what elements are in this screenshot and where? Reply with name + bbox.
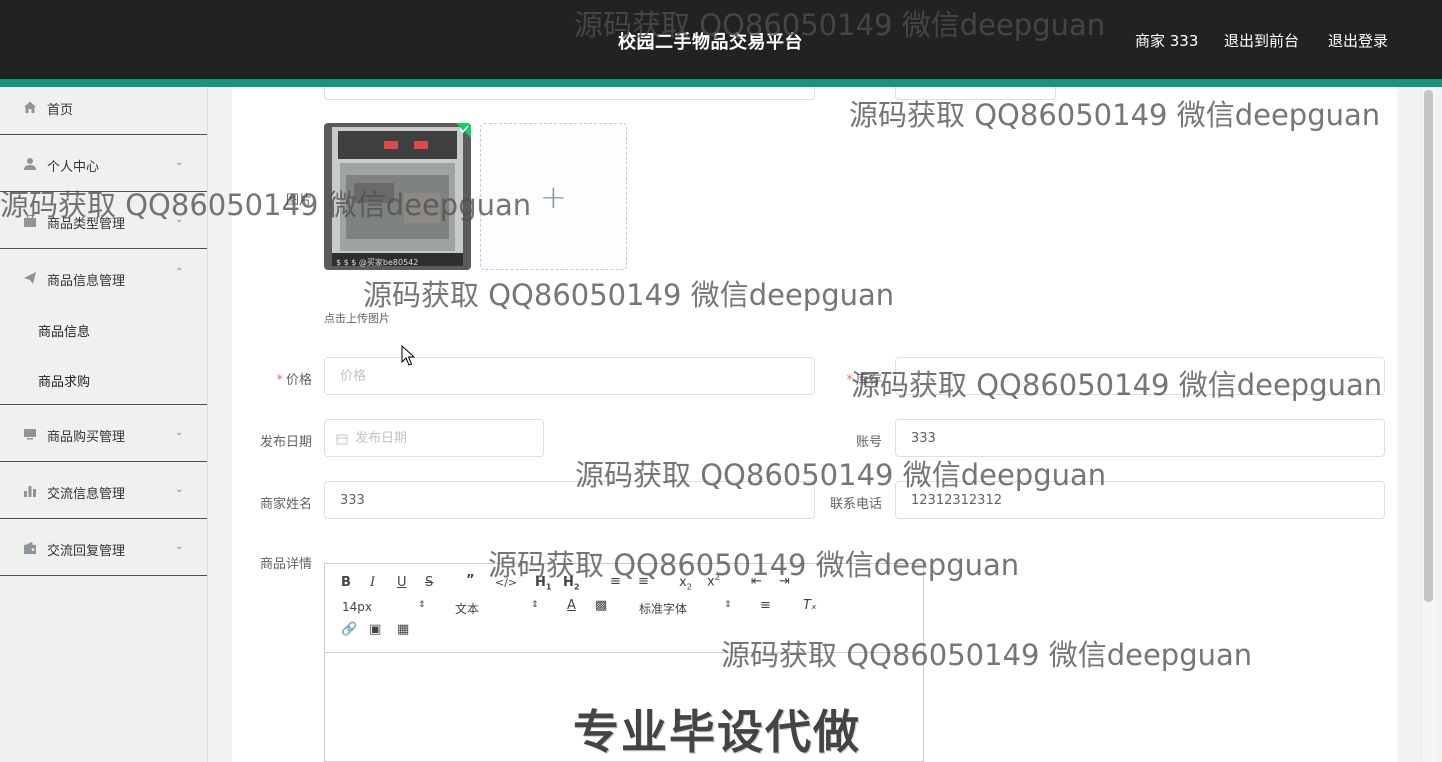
- header-accent-line-overlay: [0, 79, 1442, 87]
- detail-label: 商品详情: [259, 557, 312, 572]
- align-icon[interactable]: ≡: [760, 598, 771, 613]
- blockquote-icon[interactable]: ”: [466, 573, 475, 588]
- chevron-down-icon: ⌄: [175, 157, 184, 168]
- date-picker[interactable]: 发布日期: [324, 419, 544, 457]
- user-icon: [24, 158, 36, 170]
- sidebar-subitem-product-info[interactable]: 商品信息: [38, 321, 90, 340]
- chevron-updown-icon: ⇕: [418, 600, 426, 610]
- chevron-up-icon: ⌃: [175, 267, 184, 278]
- bar-chart-icon: [24, 486, 36, 497]
- sidebar-item-label: 交流信息管理: [47, 487, 126, 502]
- sidebar-item-label: 首页: [47, 103, 74, 118]
- background-color-icon[interactable]: ▩: [595, 598, 607, 613]
- chevron-updown-icon: ⇕: [531, 600, 539, 610]
- sidebar-item-exchange-info[interactable]: 交流信息管理 ⌄: [0, 462, 207, 519]
- strike-icon[interactable]: S: [425, 575, 433, 590]
- chevron-down-icon: ⌄: [175, 427, 184, 438]
- sidebar-item-label: 交流回复管理: [47, 544, 126, 559]
- user-account-link-overlay[interactable]: 商家 333: [1135, 30, 1198, 51]
- watermark: 源码获取 QQ86050149 微信deepguan: [721, 638, 1253, 672]
- watermark: 源码获取 QQ86050149 微信deepguan: [488, 548, 1020, 582]
- exit-to-frontend-link-overlay[interactable]: 退出到前台: [1224, 30, 1299, 51]
- sidebar-subitem-product-request[interactable]: 商品求购: [38, 371, 90, 390]
- link-icon[interactable]: 🔗: [341, 622, 357, 637]
- logout-link-overlay[interactable]: 退出登录: [1328, 30, 1388, 51]
- clear-format-icon[interactable]: Tₓ: [803, 598, 817, 613]
- sidebar-item-product-info[interactable]: 商品信息管理 ⌃ 商品信息 商品求购: [0, 249, 207, 405]
- paragraph-select[interactable]: 文本: [455, 600, 479, 617]
- scrollbar-thumb[interactable]: [1424, 90, 1433, 602]
- watermark: 源码获取 QQ86050149 微信deepguan: [849, 98, 1381, 132]
- paper-plane-icon: [24, 272, 36, 284]
- plus-icon[interactable]: +: [540, 178, 567, 216]
- merchant-name-label: 商家姓名: [259, 497, 312, 512]
- underline-icon[interactable]: U: [397, 575, 407, 590]
- calendar-icon: [336, 434, 348, 445]
- bold-icon[interactable]: B: [341, 575, 351, 590]
- italic-icon[interactable]: I: [370, 575, 375, 590]
- date-placeholder: 发布日期: [355, 431, 408, 446]
- account-label: 账号: [855, 435, 882, 450]
- date-label: 发布日期: [259, 435, 312, 450]
- watermark: 源码获取 QQ86050149 微信deepguan: [363, 278, 895, 312]
- monitor-icon: [24, 429, 36, 440]
- watermark: 源码获取 QQ86050149 微信deepguan: [575, 458, 1107, 492]
- sidebar-item-exchange-reply[interactable]: 交流回复管理 ⌄: [0, 519, 207, 576]
- home-icon: [24, 101, 36, 113]
- font-size-select[interactable]: 14px: [342, 600, 372, 614]
- font-family-select[interactable]: 标准字体: [639, 600, 687, 617]
- sidebar-item-purchase[interactable]: 商品购买管理 ⌄: [0, 405, 207, 462]
- phone-label: 联系电话: [829, 497, 882, 512]
- sidebar-item-home[interactable]: 首页: [0, 87, 207, 135]
- video-icon[interactable]: ▦: [397, 622, 409, 637]
- watermark: 源码获取 QQ86050149 微信deepguan: [851, 368, 1383, 402]
- font-color-icon[interactable]: A: [567, 598, 576, 613]
- chevron-down-icon: ⌄: [175, 541, 184, 552]
- chevron-down-icon: ⌄: [175, 484, 184, 495]
- image-icon[interactable]: ▣: [369, 622, 381, 637]
- sidebar-item-label: 商品信息管理: [47, 274, 126, 289]
- price-label: * 价格: [276, 373, 312, 388]
- watermark: 源码获取 QQ86050149 微信deepguan: [0, 188, 532, 222]
- sidebar-item-label: 商品购买管理: [47, 430, 126, 445]
- image-caption: $ $ $ @买家be80542: [336, 258, 419, 267]
- price-input[interactable]: 价格: [324, 357, 815, 395]
- editor-content[interactable]: 专业毕设代做: [573, 696, 861, 762]
- wallet-icon: [24, 542, 36, 554]
- watermark: 源码获取 QQ86050149 微信deepguan: [574, 8, 1106, 42]
- mouse-cursor-icon: [401, 345, 415, 366]
- sidebar-item-label: 个人中心: [47, 160, 100, 175]
- chevron-updown-icon: ⇕: [724, 600, 732, 610]
